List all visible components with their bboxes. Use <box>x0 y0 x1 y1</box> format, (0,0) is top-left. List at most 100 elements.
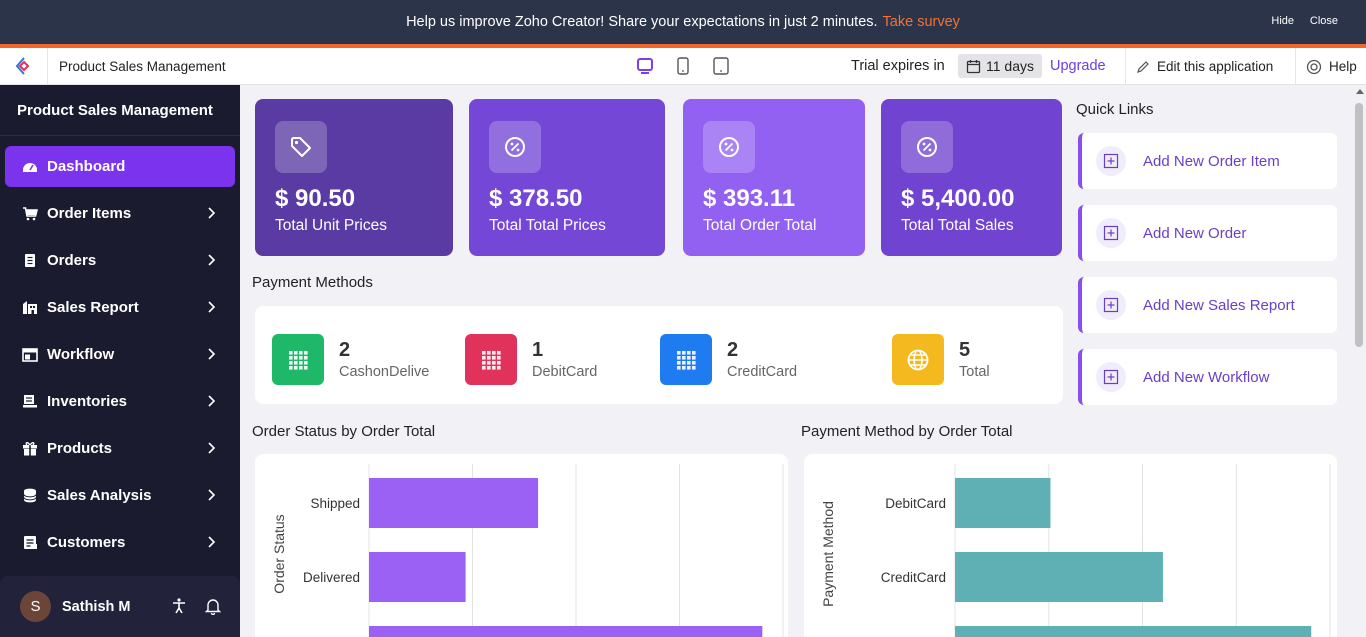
hide-banner-button[interactable]: Hide <box>1271 15 1294 27</box>
bar-delivered[interactable] <box>369 552 466 602</box>
quick-link-label: Add New Order Item <box>1143 152 1280 170</box>
stat-card-total-total-prices[interactable]: $ 378.50 Total Total Prices <box>469 99 665 256</box>
mobile-view-icon[interactable] <box>711 56 731 76</box>
sidebar-item-label: Sales Analysis <box>47 487 152 504</box>
add-icon <box>1096 218 1126 248</box>
tablet-view-icon[interactable] <box>673 56 693 76</box>
cart-icon <box>21 206 39 222</box>
database-icon <box>21 488 39 504</box>
sidebar-item-orders[interactable]: Orders <box>5 240 235 281</box>
payment-methods-title: Payment Methods <box>252 274 373 291</box>
edit-application-button[interactable]: Edit this application <box>1125 48 1273 85</box>
top-bar: Product Sales Management Trial expires i… <box>0 47 1366 85</box>
trial-days: 11 days <box>986 58 1034 74</box>
bar-partial[interactable] <box>955 626 1312 637</box>
chevron-right-icon[interactable] <box>203 534 219 550</box>
chevron-right-icon[interactable] <box>203 346 219 362</box>
quick-link-add-new-order[interactable]: Add New Order <box>1078 205 1337 261</box>
stat-card-total-total-sales[interactable]: $ 5,400.00 Total Total Sales <box>881 99 1062 256</box>
stat-value: $ 5,400.00 <box>901 185 1015 212</box>
chevron-right-icon[interactable] <box>203 440 219 456</box>
add-icon <box>1096 362 1126 392</box>
chevron-right-icon[interactable] <box>203 487 219 503</box>
stat-card-total-order-total[interactable]: $ 393.11 Total Order Total <box>683 99 865 256</box>
sidebar-item-label: Sales Report <box>47 299 139 316</box>
scroll-up-arrow[interactable] <box>1356 89 1364 94</box>
user-name[interactable]: Sathish M <box>62 599 130 615</box>
payment-method-count: 5 <box>959 339 971 361</box>
sidebar-title: Product Sales Management <box>0 85 240 136</box>
bell-icon[interactable] <box>204 597 222 615</box>
sidebar: Product Sales Management Dashboard Order … <box>0 85 240 637</box>
quick-link-add-new-workflow[interactable]: Add New Workflow <box>1078 349 1337 405</box>
payment-method-chart-title: Payment Method by Order Total <box>801 423 1013 440</box>
sidebar-item-dashboard[interactable]: Dashboard <box>5 146 235 187</box>
payment-method-name: Total <box>959 364 990 380</box>
quick-link-add-new-order-item[interactable]: Add New Order Item <box>1078 133 1337 189</box>
sidebar-item-workflow[interactable]: Workflow <box>5 334 235 375</box>
add-icon <box>1096 290 1126 320</box>
chevron-right-icon[interactable] <box>203 393 219 409</box>
payment-method-name: DebitCard <box>532 364 598 380</box>
building-icon <box>21 300 39 316</box>
desktop-view-icon[interactable] <box>635 56 655 76</box>
sidebar-item-sales-analysis[interactable]: Sales Analysis <box>5 475 235 516</box>
payment-method-name: CreditCard <box>727 364 798 380</box>
page-scrollbar[interactable] <box>1353 85 1366 637</box>
bar-creditcard[interactable] <box>955 552 1163 602</box>
stat-value: $ 378.50 <box>489 185 583 212</box>
sidebar-item-customers[interactable]: Customers <box>5 522 235 563</box>
sidebar-item-order-items[interactable]: Order Items <box>5 193 235 234</box>
chevron-right-icon[interactable] <box>203 252 219 268</box>
order-status-chart: Order Status Shipped Delivered <box>271 464 784 637</box>
sidebar-item-label: Inventories <box>47 393 128 410</box>
user-profile-bar: S Sathish M <box>0 576 240 637</box>
order-status-chart-title: Order Status by Order Total <box>252 423 436 440</box>
percent-icon <box>901 121 953 173</box>
inventory-icon <box>21 394 39 410</box>
quick-links-title: Quick Links <box>1076 101 1154 118</box>
stat-card-total-unit-prices[interactable]: $ 90.50 Total Unit Prices <box>255 99 453 256</box>
upgrade-link[interactable]: Upgrade <box>1050 58 1106 74</box>
sidebar-item-products[interactable]: Products <box>5 428 235 469</box>
grid-icon <box>272 334 324 385</box>
help-label: Help <box>1329 59 1357 74</box>
payment-method-chart: Payment Method DebitCard CreditCard <box>820 464 1331 637</box>
payment-method-name: CashonDelive <box>339 364 430 380</box>
globe-icon <box>892 334 944 385</box>
quick-link-label: Add New Sales Report <box>1143 296 1295 314</box>
scroll-thumb[interactable] <box>1355 103 1363 347</box>
category-label: DebitCard <box>885 496 946 511</box>
percent-icon <box>703 121 755 173</box>
bar-debitcard[interactable] <box>955 478 1051 528</box>
stat-label: Total Unit Prices <box>275 217 387 234</box>
help-button[interactable]: Help <box>1295 48 1357 85</box>
take-survey-link[interactable]: Take survey <box>883 14 960 30</box>
sidebar-item-inventories[interactable]: Inventories <box>5 381 235 422</box>
bar-partial[interactable] <box>369 626 763 637</box>
workflow-icon <box>21 347 39 363</box>
sidebar-item-label: Workflow <box>47 346 115 363</box>
survey-banner: Help us improve Zoho Creator! Share your… <box>0 0 1366 44</box>
bar-shipped[interactable] <box>369 478 539 528</box>
quick-link-add-new-sales-report[interactable]: Add New Sales Report <box>1078 277 1337 333</box>
accessibility-icon[interactable] <box>170 597 188 615</box>
chevron-right-icon[interactable] <box>203 299 219 315</box>
avatar[interactable]: S <box>20 591 51 622</box>
dashboard-icon <box>21 159 39 175</box>
quick-link-label: Add New Order <box>1143 224 1247 242</box>
zoho-creator-logo[interactable] <box>0 47 48 85</box>
gift-icon <box>21 441 39 457</box>
pencil-icon <box>1137 60 1149 73</box>
sidebar-item-sales-report[interactable]: Sales Report <box>5 287 235 328</box>
close-banner-button[interactable]: Close <box>1310 15 1338 27</box>
chevron-right-icon[interactable] <box>203 205 219 221</box>
add-icon <box>1096 146 1126 176</box>
payment-methods-card: 2 CashonDelive 1 DebitCard 2 CreditCard 5 Total <box>255 306 1063 404</box>
app-title: Product Sales Management <box>59 58 226 74</box>
stat-label: Total Total Sales <box>901 217 1014 234</box>
y-axis-label: Order Status <box>271 514 287 593</box>
document-icon <box>21 253 39 269</box>
percent-icon <box>489 121 541 173</box>
sidebar-item-label: Customers <box>47 534 126 551</box>
